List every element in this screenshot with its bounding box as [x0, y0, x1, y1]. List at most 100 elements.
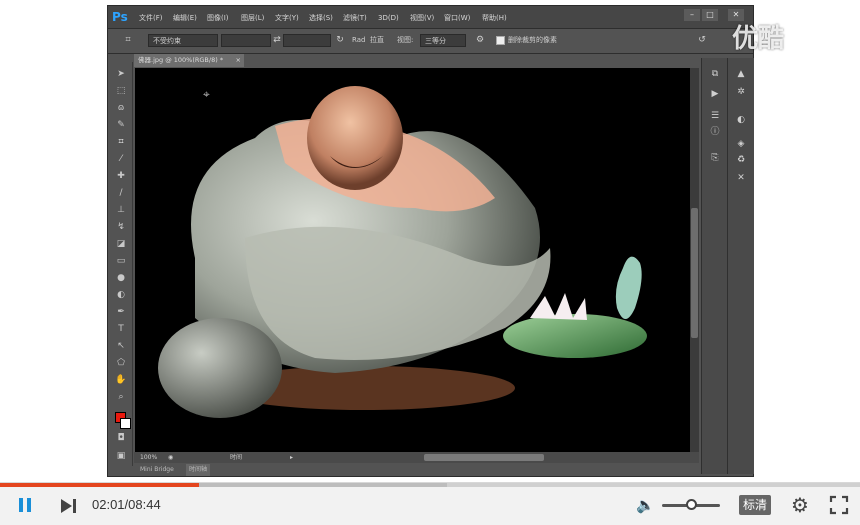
crop-tool-icon[interactable]: ⌗ [122, 34, 134, 47]
photoshop-window: Ps 文件(F) 编辑(E) 图像(I) 图层(L) 文字(Y) 选择(S) 滤… [108, 6, 754, 476]
close-button[interactable]: ✕ [728, 9, 744, 21]
fullscreen-button[interactable] [829, 495, 849, 515]
buddha-head [307, 86, 403, 190]
horizontal-scroll-thumb[interactable] [424, 454, 544, 461]
channels-panel-icon[interactable]: ♻ [734, 154, 748, 166]
youku-watermark: 优酷 [732, 24, 785, 54]
pause-button[interactable] [16, 496, 36, 516]
tools-panel: ➤ ⬚ ɷ ✎ ⌗ ⁄ ✚ / ⊥ ↯ ◪ ▭ ● ◐ ✒ T ↖ ⬠ ✋ ⌕ … [110, 62, 133, 466]
background-color-swatch[interactable] [120, 418, 131, 429]
volume-slider[interactable] [662, 499, 720, 510]
gear-icon[interactable]: ⚙ [474, 34, 486, 47]
quick-mask-icon[interactable]: ◘ [114, 432, 128, 444]
history-brush-icon[interactable]: ↯ [114, 221, 128, 233]
menu-layer[interactable]: 图层(L) [241, 12, 264, 24]
quality-button[interactable]: 标清 [739, 495, 771, 515]
shape-icon[interactable]: ⬠ [114, 357, 128, 369]
swap-icon[interactable]: ⇄ [271, 34, 283, 47]
gradient-icon[interactable]: ▭ [114, 255, 128, 267]
progress-bar[interactable] [0, 483, 860, 487]
move-icon[interactable]: ➤ [114, 68, 128, 80]
tool-presets-icon[interactable]: ⎘ [708, 152, 722, 164]
height-field[interactable] [283, 34, 331, 47]
panel-dock-right: ▲ ✲ ◐ ◈ ♻ ✕ [727, 58, 754, 474]
dodge-icon[interactable]: ◐ [114, 289, 128, 301]
actions-panel-icon[interactable]: ▶ [708, 88, 722, 100]
brush-icon[interactable]: / [114, 187, 128, 199]
eyedropper-icon[interactable]: ⁄ [114, 153, 128, 165]
volume-icon[interactable]: 🔈 [636, 496, 656, 514]
menu-select[interactable]: 选择(S) [309, 12, 333, 24]
straighten-label[interactable]: 拉直 [370, 34, 384, 47]
layer-comps-icon[interactable]: ☰ [708, 110, 722, 122]
path-select-icon[interactable]: ↖ [114, 340, 128, 352]
bridge-bar: Mini Bridge 时间轴 [134, 464, 699, 476]
menu-image[interactable]: 图像(I) [207, 12, 229, 24]
video-area[interactable]: Ps 文件(F) 编辑(E) 图像(I) 图层(L) 文字(Y) 选择(S) 滤… [0, 0, 860, 482]
color-panel-icon[interactable]: ✲ [734, 86, 748, 98]
photoshop-logo: Ps [112, 10, 128, 24]
reset-icon[interactable]: ↻ [334, 34, 346, 47]
settings-gear-icon[interactable]: ⚙ [789, 494, 811, 516]
quick-select-icon[interactable]: ✎ [114, 119, 128, 131]
type-icon[interactable]: T [114, 323, 128, 335]
progress-fill [0, 483, 199, 487]
mini-bridge-tab[interactable]: Mini Bridge [140, 464, 174, 476]
canvas-image: ⌖ [135, 68, 690, 452]
straighten-icon[interactable]: Rad [352, 34, 365, 47]
next-button[interactable] [58, 496, 80, 516]
undo-icon[interactable]: ↺ [696, 34, 708, 47]
player-controls: 02:01/08:44 🔈 标清 ⚙ [0, 482, 860, 525]
document-title: 佛器.jpg @ 100%(RGB/8) * [138, 56, 224, 64]
pen-icon[interactable]: ✒ [114, 306, 128, 318]
volume-knob[interactable] [686, 499, 697, 510]
menu-window[interactable]: 窗口(W) [444, 12, 470, 24]
layers-panel-icon[interactable]: ◈ [734, 138, 748, 150]
view-select[interactable]: 三等分 [420, 34, 466, 47]
blur-icon[interactable]: ● [114, 272, 128, 284]
tab-close-icon[interactable]: × [236, 54, 241, 67]
menu-file[interactable]: 文件(F) [139, 12, 163, 24]
marquee-icon[interactable]: ⬚ [114, 85, 128, 97]
checkbox-icon[interactable] [496, 35, 505, 45]
lotus-leaf [503, 314, 647, 358]
width-field[interactable] [221, 34, 271, 47]
time-display: 02:01/08:44 [92, 497, 161, 512]
menu-bar: Ps 文件(F) 编辑(E) 图像(I) 图层(L) 文字(Y) 选择(S) 滤… [108, 6, 753, 29]
restore-button[interactable]: □ [702, 9, 718, 21]
cloth-bag [158, 318, 282, 418]
vertical-scrollbar[interactable] [690, 68, 699, 452]
adjustments-icon[interactable]: ◐ [734, 114, 748, 126]
hand-icon[interactable]: ✋ [114, 374, 128, 386]
ratio-select[interactable]: 不受约束 [148, 34, 218, 47]
stamp-icon[interactable]: ⊥ [114, 204, 128, 216]
menu-edit[interactable]: 编辑(E) [173, 12, 197, 24]
eraser-icon[interactable]: ◪ [114, 238, 128, 250]
paths-panel-icon[interactable]: ✕ [734, 172, 748, 184]
options-bar: ⌗ 不受约束 ⇄ ↻ Rad 拉直 视图: 三等分 ⚙ 删除裁剪的像素 ↺ [108, 29, 753, 54]
document-canvas[interactable]: ⌖ [135, 68, 690, 452]
menu-view[interactable]: 视图(V) [410, 12, 434, 24]
view-label: 视图: [397, 36, 414, 44]
vertical-scroll-thumb[interactable] [691, 208, 698, 338]
menu-help[interactable]: 帮助(H) [482, 12, 507, 24]
healing-icon[interactable]: ✚ [114, 170, 128, 182]
info-panel-icon[interactable]: ⓘ [708, 126, 722, 138]
status-menu-icon[interactable]: ▸ [290, 452, 293, 463]
lasso-icon[interactable]: ɷ [114, 102, 128, 114]
navigator-icon[interactable]: ▲ [734, 68, 748, 80]
menu-type[interactable]: 文字(Y) [275, 12, 299, 24]
document-tab[interactable]: 佛器.jpg @ 100%(RGB/8) * × [134, 54, 244, 67]
delete-cropped-checkbox[interactable]: 删除裁剪的像素 [496, 34, 557, 47]
status-icon: ◉ [168, 454, 174, 461]
history-panel-icon[interactable]: ⧉ [708, 68, 722, 80]
crop-icon[interactable]: ⌗ [114, 136, 128, 148]
zoom-level[interactable]: 100% [140, 452, 157, 463]
menu-3d[interactable]: 3D(D) [378, 12, 399, 24]
panel-dock-left: ⧉ ▶ ☰ ⓘ ⎘ [701, 58, 727, 474]
menu-filter[interactable]: 滤镜(T) [343, 12, 367, 24]
screen-mode-icon[interactable]: ▣ [114, 450, 128, 462]
zoom-icon[interactable]: ⌕ [114, 391, 128, 403]
minimize-button[interactable]: – [684, 9, 700, 21]
timeline-tab[interactable]: 时间轴 [186, 464, 211, 476]
